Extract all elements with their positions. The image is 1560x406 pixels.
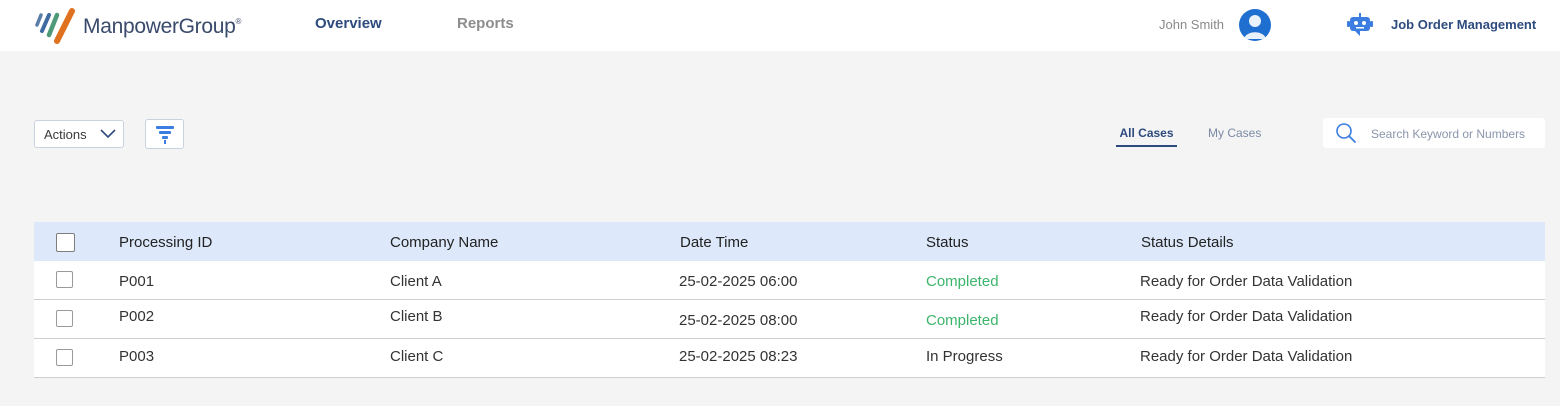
tab-my-cases[interactable]: My Cases [1208,126,1261,140]
brand-name: ManpowerGroup® [83,15,242,38]
company-name: Client A [390,273,442,290]
table-row[interactable]: P001 Client A 25-02-2025 06:00 Completed… [34,261,1545,300]
table-row[interactable]: P002 Client B 25-02-2025 08:00 Completed… [34,300,1545,339]
app-title[interactable]: Job Order Management [1391,17,1536,32]
status-badge: Completed [926,312,999,329]
processing-id: P002 [119,308,155,325]
select-all-checkbox[interactable] [56,233,75,252]
table-row[interactable]: P003 Client C 25-02-2025 08:23 In Progre… [34,339,1545,378]
actions-dropdown[interactable]: Actions [34,120,124,148]
company-name: Client C [390,348,444,365]
search-box [1323,118,1545,148]
column-header-status-details[interactable]: Status Details [1141,234,1234,251]
actions-label: Actions [44,127,87,142]
search-input[interactable] [1369,123,1543,145]
date-time: 25-02-2025 06:00 [679,273,798,290]
tab-all-cases[interactable]: All Cases [1116,126,1177,147]
filter-icon [156,126,174,144]
column-header-status[interactable]: Status [926,234,969,251]
status-details: Ready for Order Data Validation [1140,308,1353,325]
table-header: Processing ID Company Name Date Time Sta… [34,222,1545,261]
nav-tab-overview[interactable]: Overview [315,15,382,32]
status-details: Ready for Order Data Validation [1140,273,1353,290]
status-badge: In Progress [926,348,1003,365]
date-time: 25-02-2025 08:00 [679,312,798,329]
status-details: Ready for Order Data Validation [1140,348,1353,365]
row-checkbox[interactable] [56,310,73,327]
column-header-company-name[interactable]: Company Name [390,234,498,251]
column-header-date-time[interactable]: Date Time [680,234,748,251]
chevron-down-icon [100,129,116,139]
manpower-logo-icon[interactable] [34,7,78,45]
row-checkbox[interactable] [56,271,73,288]
company-name: Client B [390,308,443,325]
cases-table: Processing ID Company Name Date Time Sta… [34,222,1545,378]
filter-button[interactable] [145,119,184,149]
processing-id: P003 [119,348,155,365]
row-checkbox[interactable] [56,349,73,366]
robot-icon[interactable] [1347,12,1373,38]
nav-tab-reports[interactable]: Reports [457,15,514,32]
column-header-processing-id[interactable]: Processing ID [119,234,212,251]
date-time: 25-02-2025 08:23 [679,348,798,365]
processing-id: P001 [119,273,155,290]
top-bar: ManpowerGroup® Overview Reports John Smi… [0,0,1560,51]
search-icon[interactable] [1335,122,1357,144]
status-badge: Completed [926,273,999,290]
user-name: John Smith [1159,17,1225,32]
user-avatar-icon[interactable] [1239,9,1271,41]
